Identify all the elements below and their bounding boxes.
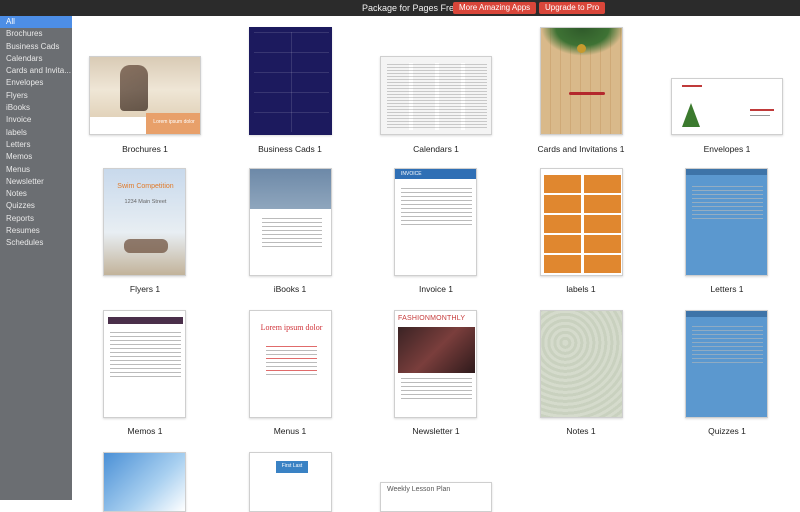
quiz-body <box>686 323 767 366</box>
template-thumbnail-notes[interactable] <box>540 310 623 418</box>
template-thumbnail-brochures[interactable]: Lorem ipsum dolor <box>89 56 201 135</box>
calendar-months <box>387 63 487 130</box>
template-thumbnail-invoice[interactable]: INVOICE <box>394 168 477 276</box>
template-caption: Newsletter 1 <box>412 426 460 436</box>
template-caption: Envelopes 1 <box>703 144 751 154</box>
template-thumbnail-reports[interactable] <box>103 452 186 512</box>
template-caption: Flyers 1 <box>129 284 161 294</box>
template-thumbnail-business-cads[interactable] <box>249 27 332 135</box>
template-thumbnail-ibooks[interactable] <box>249 168 332 276</box>
sidebar-item-letters[interactable]: Letters <box>0 139 72 151</box>
app-title: Package for Pages Free <box>362 3 460 13</box>
sidebar-item-invoice[interactable]: Invoice <box>0 114 72 126</box>
brochure-figure <box>120 65 148 111</box>
schedule-title: Weekly Lesson Plan <box>387 486 451 493</box>
sidebar-item-memos[interactable]: Memos <box>0 151 72 163</box>
template-caption: iBooks 1 <box>273 284 307 294</box>
upgrade-button[interactable]: Upgrade to Pro <box>539 2 606 14</box>
template-thumbnail-envelopes[interactable] <box>671 78 783 135</box>
sidebar-item-envelopes[interactable]: Envelopes <box>0 77 72 89</box>
memo-header <box>108 317 183 324</box>
more-apps-button[interactable]: More Amazing Apps <box>453 2 537 14</box>
template-thumbnail-flyers[interactable]: Swim Competition 1234 Main Street <box>103 168 186 276</box>
sidebar-item-calendars[interactable]: Calendars <box>0 53 72 65</box>
template-caption: Menus 1 <box>273 426 307 436</box>
sidebar-item-menus[interactable]: Menus <box>0 164 72 176</box>
card-grid <box>254 32 329 132</box>
newsletter-masthead: FASHIONMONTHLY <box>398 315 466 322</box>
flyer-figure <box>124 239 168 253</box>
sidebar-item-cards-and-invitations[interactable]: Cards and Invita... <box>0 65 72 77</box>
memo-body <box>104 329 185 380</box>
ibooks-header <box>250 169 331 209</box>
labels-divider <box>581 173 584 273</box>
template-caption: labels 1 <box>566 284 596 294</box>
invoice-title: INVOICE <box>401 171 422 177</box>
sidebar-item-schedules[interactable]: Schedules <box>0 237 72 249</box>
template-thumbnail-cards-and-invitations[interactable] <box>540 27 623 135</box>
envelope-recipient-line <box>750 115 770 116</box>
template-grid: Lorem ipsum dolor Brochures 1 Business C… <box>72 16 800 512</box>
template-thumbnail-labels[interactable] <box>540 168 623 276</box>
sidebar-item-reports[interactable]: Reports <box>0 213 72 225</box>
menu-title: Lorem ipsum dolor <box>260 323 323 332</box>
template-caption: Memos 1 <box>127 426 163 436</box>
newsletter-photo <box>398 327 475 373</box>
flyer-title: Swim Competition <box>117 183 174 190</box>
menu-items <box>260 343 323 378</box>
template-caption: Business Cads 1 <box>258 144 322 154</box>
sidebar-item-flyers[interactable]: Flyers <box>0 90 72 102</box>
template-thumbnail-schedules[interactable]: Weekly Lesson Plan <box>380 482 492 512</box>
sidebar-item-all[interactable]: All <box>0 16 72 29</box>
template-caption: Quizzes 1 <box>708 426 746 436</box>
envelope-recipient <box>750 109 774 111</box>
sidebar-item-quizzes[interactable]: Quizzes <box>0 200 72 212</box>
ibooks-toc <box>256 215 328 250</box>
template-caption: Brochures 1 <box>122 144 168 154</box>
envelope-tree <box>682 103 700 127</box>
sidebar-item-ibooks[interactable]: iBooks <box>0 102 72 114</box>
template-thumbnail-letters[interactable] <box>685 168 768 276</box>
template-caption: Cards and Invitations 1 <box>537 144 625 154</box>
sidebar-item-newsletter[interactable]: Newsletter <box>0 176 72 188</box>
template-caption: Calendars 1 <box>413 144 459 154</box>
template-caption: Invoice 1 <box>418 284 454 294</box>
template-thumbnail-memos[interactable] <box>103 310 186 418</box>
letter-header <box>686 169 767 175</box>
sidebar-item-brochures[interactable]: Brochures <box>0 28 72 40</box>
template-thumbnail-quizzes[interactable] <box>685 310 768 418</box>
letter-body <box>686 183 767 222</box>
card-greeting <box>569 92 605 95</box>
template-caption: Letters 1 <box>710 284 744 294</box>
invoice-table <box>395 185 476 228</box>
newsletter-body <box>395 375 476 402</box>
sidebar-item-business-cads[interactable]: Business Cads <box>0 41 72 53</box>
template-thumbnail-newsletter[interactable]: FASHIONMONTHLY <box>394 310 477 418</box>
sidebar-item-labels[interactable]: labels <box>0 127 72 139</box>
quiz-header <box>686 311 767 317</box>
flyer-subtitle: 1234 Main Street <box>124 199 167 205</box>
brochure-tag: Lorem ipsum dolor <box>153 119 195 125</box>
sidebar-item-resumes[interactable]: Resumes <box>0 225 72 237</box>
sidebar-item-notes[interactable]: Notes <box>0 188 72 200</box>
template-thumbnail-calendars[interactable] <box>380 56 492 135</box>
category-sidebar: All Brochures Business Cads Calendars Ca… <box>0 16 72 500</box>
template-thumbnail-resumes[interactable]: First Last <box>249 452 332 512</box>
template-thumbnail-menus[interactable]: Lorem ipsum dolor <box>249 310 332 418</box>
resume-name: First Last <box>281 463 303 469</box>
template-caption: Notes 1 <box>566 426 596 436</box>
top-bar: Package for Pages Free More Amazing Apps… <box>0 0 800 16</box>
envelope-return-address <box>682 85 702 87</box>
ornament <box>577 44 586 53</box>
